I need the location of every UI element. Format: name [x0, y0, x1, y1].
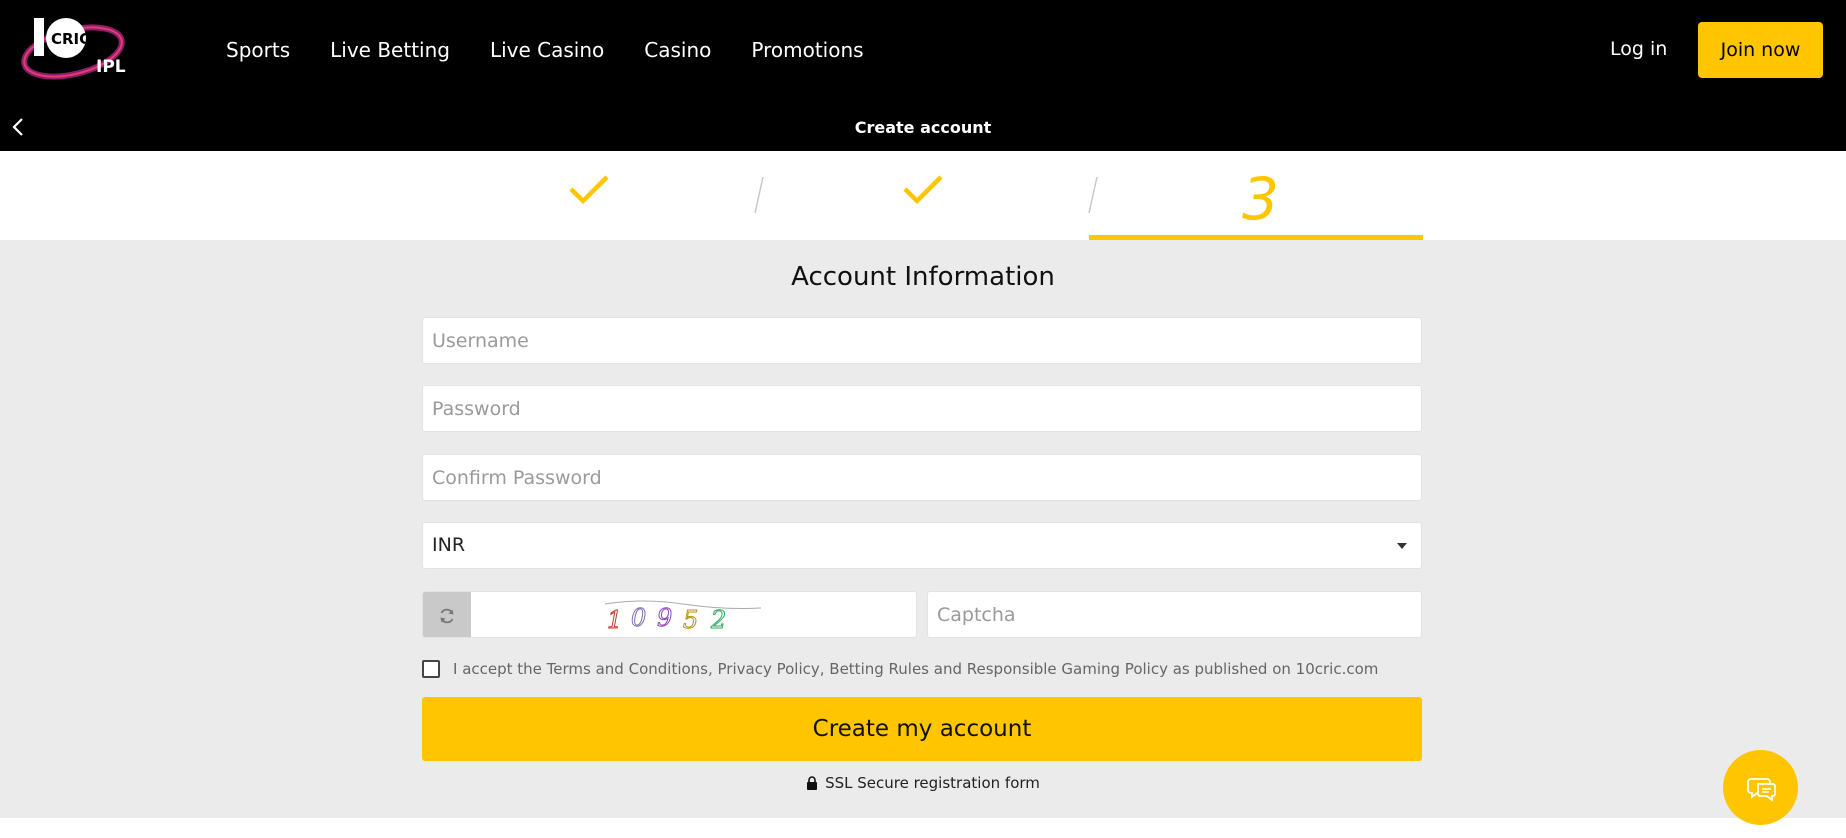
- nav-casino[interactable]: Casino: [644, 38, 711, 62]
- current-step-number: 3: [1242, 165, 1279, 233]
- svg-text:IPL: IPL: [96, 57, 126, 77]
- brand-logo[interactable]: CRIC IPL: [18, 14, 144, 84]
- svg-text:5: 5: [683, 606, 698, 634]
- page-title: Create account: [854, 118, 992, 137]
- login-link[interactable]: Log in: [1610, 38, 1667, 60]
- password-input[interactable]: [423, 386, 1421, 431]
- svg-text:0: 0: [631, 604, 646, 632]
- currency-select[interactable]: INR: [422, 522, 1422, 569]
- confirm-password-field[interactable]: [422, 454, 1422, 501]
- chat-icon: [1746, 777, 1776, 802]
- svg-text:9: 9: [657, 604, 672, 632]
- password-field[interactable]: [422, 385, 1422, 432]
- registration-form: Account Information INR 1 0 9 5 2 10952: [0, 240, 1846, 818]
- lock-icon: [807, 776, 818, 790]
- top-bar: CRIC IPL Sports Live Betting Live Casino…: [0, 0, 1846, 151]
- join-now-button[interactable]: Join now: [1698, 22, 1823, 78]
- username-input[interactable]: [423, 318, 1421, 363]
- captcha-input[interactable]: [928, 592, 1421, 637]
- nav-live-casino[interactable]: Live Casino: [490, 38, 604, 62]
- nav-live-betting[interactable]: Live Betting: [330, 38, 450, 62]
- confirm-password-input[interactable]: [423, 455, 1421, 500]
- step-1-check-icon: [569, 175, 609, 205]
- terms-checkbox[interactable]: [422, 660, 440, 678]
- form-title: Account Information: [791, 262, 1055, 292]
- svg-text:2: 2: [710, 606, 726, 634]
- captcha-image: 1 0 9 5 2 10952: [604, 600, 762, 634]
- svg-text:1: 1: [607, 606, 622, 634]
- ssl-text: SSL Secure registration form: [825, 774, 1040, 792]
- step-progress: 3: [0, 151, 1846, 240]
- ssl-notice: SSL Secure registration form: [0, 774, 1846, 792]
- refresh-captcha-button[interactable]: [423, 592, 471, 637]
- nav-promotions[interactable]: Promotions: [751, 38, 863, 62]
- svg-text:CRIC: CRIC: [51, 30, 90, 48]
- currency-value: INR: [432, 534, 466, 556]
- refresh-icon: [440, 608, 454, 623]
- username-field[interactable]: [422, 317, 1422, 364]
- chevron-down-icon: [1397, 543, 1407, 549]
- terms-row: I accept the Terms and Conditions, Priva…: [422, 660, 1378, 678]
- step-separator-2: [1088, 176, 1098, 214]
- chat-button[interactable]: [1723, 750, 1798, 825]
- nav-sports[interactable]: Sports: [226, 38, 290, 62]
- create-account-button[interactable]: Create my account: [422, 697, 1422, 761]
- captcha-field[interactable]: [927, 591, 1422, 638]
- captcha-display: 1 0 9 5 2 10952: [422, 591, 917, 638]
- step-separator-1: [754, 176, 764, 214]
- main-nav: Sports Live Betting Live Casino Casino P…: [226, 0, 904, 100]
- step-2-check-icon: [903, 175, 943, 205]
- terms-label: I accept the Terms and Conditions, Priva…: [453, 660, 1379, 678]
